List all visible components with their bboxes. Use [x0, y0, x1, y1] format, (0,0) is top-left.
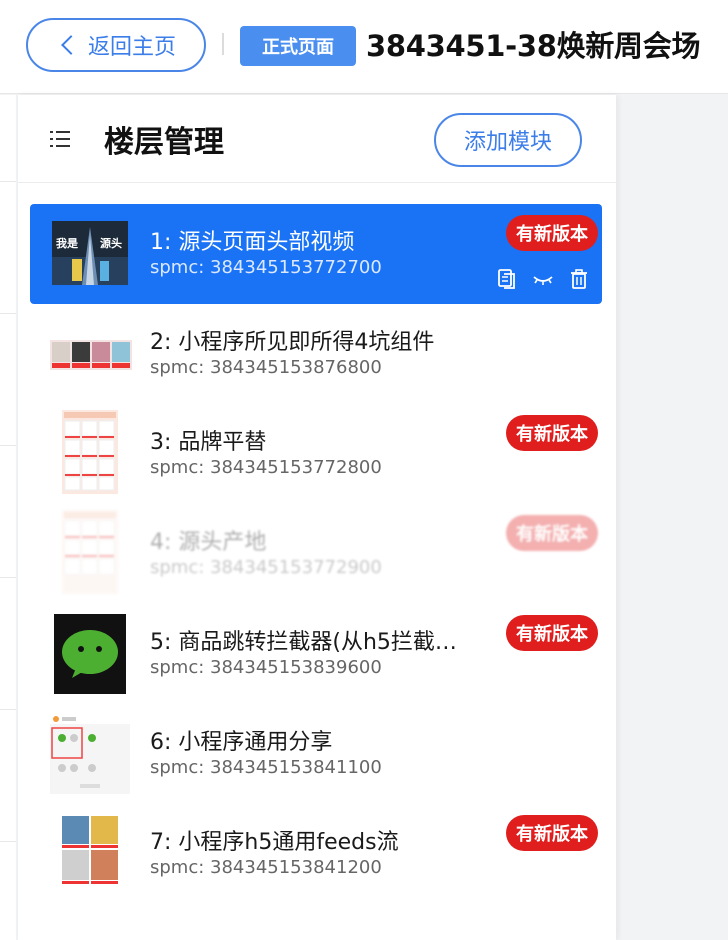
- video-banner-thumbnail: 我是 源头: [52, 221, 128, 285]
- module-item-7[interactable]: 7: 小程序h5通用feeds流 spmc: 384345153841200 有…: [30, 804, 602, 904]
- new-version-badge: 有新版本: [506, 415, 598, 451]
- module-item-4[interactable]: 4: 源头产地 spmc: 384345153772900 有新版本: [30, 504, 602, 604]
- top-bar: 返回主页 正式页面 3843451-38焕新周会场: [0, 0, 728, 94]
- thumbnail-caption: 我是: [56, 236, 79, 250]
- module-item-5[interactable]: 5: 商品跳转拦截器(从h5拦截… spmc: 384345153839600 …: [30, 604, 602, 704]
- chevron-left-icon: [61, 35, 81, 55]
- hide-eye-icon[interactable]: [532, 268, 554, 290]
- thumbnail-caption: 源头: [100, 236, 122, 250]
- strip-divider: [0, 709, 16, 710]
- header-divider: [222, 33, 224, 55]
- panel-header: 楼层管理 添加模块: [18, 95, 616, 183]
- product-grid-thumbnail: [62, 410, 118, 494]
- new-version-badge: 有新版本: [506, 815, 598, 851]
- module-item-3[interactable]: 3: 品牌平替 spmc: 384345153772800 有新版本: [30, 404, 602, 504]
- left-side-strip: [0, 95, 16, 940]
- module-spmc: spmc: 384345153772700: [150, 257, 382, 278]
- module-actions: [496, 268, 590, 292]
- environment-badge: 正式页面: [240, 26, 356, 66]
- strip-divider: [0, 841, 16, 842]
- page-title: 3843451-38焕新周会场: [366, 29, 701, 63]
- new-version-badge: 有新版本: [506, 615, 598, 651]
- module-spmc: spmc: 384345153772800: [150, 457, 382, 478]
- module-name: 3: 品牌平替: [150, 430, 267, 455]
- floor-management-panel: 楼层管理 添加模块 我是 源头 1: 源头页面头部视频 spmc: 384345…: [18, 95, 616, 940]
- strip-divider: [0, 313, 16, 314]
- strip-divider: [0, 181, 16, 182]
- module-name: 5: 商品跳转拦截器(从h5拦截…: [150, 630, 457, 655]
- module-spmc: spmc: 384345153772900: [150, 557, 382, 578]
- wechat-logo-thumbnail: [54, 614, 126, 694]
- back-button-label: 返回主页: [87, 35, 176, 60]
- new-version-badge: 有新版本: [506, 215, 598, 251]
- four-slot-component-thumbnail: [50, 340, 132, 370]
- strip-divider: [0, 445, 16, 446]
- module-spmc: spmc: 384345153839600: [150, 657, 382, 678]
- module-spmc: spmc: 384345153841200: [150, 857, 382, 878]
- add-module-button[interactable]: 添加模块: [434, 113, 582, 167]
- new-version-badge: 有新版本: [506, 515, 598, 551]
- module-name: 1: 源头页面头部视频: [150, 230, 355, 255]
- copy-icon[interactable]: [496, 268, 518, 290]
- feeds-thumbnail: [60, 814, 120, 894]
- module-name: 7: 小程序h5通用feeds流: [150, 830, 399, 855]
- trash-icon[interactable]: [568, 268, 590, 290]
- strip-divider: [0, 577, 16, 578]
- module-name: 6: 小程序通用分享: [150, 730, 333, 755]
- module-item-1[interactable]: 我是 源头 1: 源头页面头部视频 spmc: 384345153772700 …: [30, 204, 602, 304]
- module-spmc: spmc: 384345153876800: [150, 357, 382, 378]
- panel-title: 楼层管理: [104, 125, 224, 160]
- module-name: 2: 小程序所见即所得4坑组件: [150, 330, 435, 355]
- product-grid-thumbnail: [62, 510, 118, 594]
- share-panel-thumbnail: [50, 714, 130, 794]
- list-menu-icon[interactable]: [50, 131, 70, 147]
- module-name: 4: 源头产地: [150, 530, 267, 555]
- module-spmc: spmc: 384345153841100: [150, 757, 382, 778]
- module-item-2[interactable]: 2: 小程序所见即所得4坑组件 spmc: 384345153876800: [30, 304, 602, 404]
- back-to-home-button[interactable]: 返回主页: [26, 18, 206, 72]
- module-item-6[interactable]: 6: 小程序通用分享 spmc: 384345153841100: [30, 704, 602, 804]
